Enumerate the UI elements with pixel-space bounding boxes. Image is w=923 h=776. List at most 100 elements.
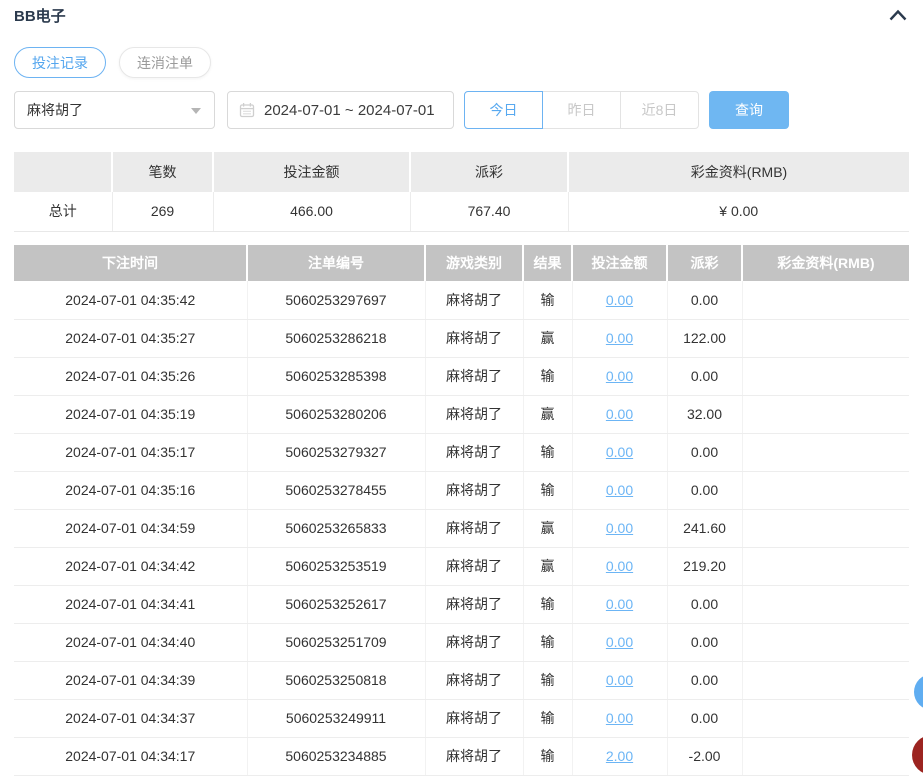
game-type-cell: 麻将胡了	[425, 319, 523, 357]
bonus-cell	[742, 319, 909, 357]
bet-amount-link[interactable]: 0.00	[606, 406, 633, 422]
floating-service-button[interactable]	[914, 674, 923, 710]
result-cell: 赢	[523, 319, 572, 357]
caret-down-icon	[191, 108, 201, 114]
record-row: 2024-07-01 04:34:375060253249911麻将胡了输0.0…	[14, 699, 909, 737]
bet-amount-link[interactable]: 0.00	[606, 634, 633, 650]
game-type-cell: 麻将胡了	[425, 471, 523, 509]
game-type-cell: 麻将胡了	[425, 585, 523, 623]
bet-amount-link[interactable]: 0.00	[606, 558, 633, 574]
order-no-cell: 5060253297697	[247, 281, 425, 319]
result-cell: 输	[523, 433, 572, 471]
bonus-cell	[742, 395, 909, 433]
quick-range-button-1[interactable]: 昨日	[542, 91, 621, 129]
page-title: BB电子	[14, 5, 66, 26]
game-type-cell: 麻将胡了	[425, 357, 523, 395]
bet-amount-link[interactable]: 0.00	[606, 596, 633, 612]
result-cell: 输	[523, 585, 572, 623]
result-cell: 输	[523, 623, 572, 661]
bet-amount-link[interactable]: 2.00	[606, 748, 633, 764]
quick-range-button-2[interactable]: 近8日	[620, 91, 699, 129]
game-select[interactable]: 麻将胡了	[14, 91, 215, 129]
summary-cell-4: ¥ 0.00	[568, 192, 909, 231]
order-no-cell: 5060253280206	[247, 395, 425, 433]
filter-row: 麻将胡了 2024-07-01 ~ 2024-07-01 今日昨日近8日 查询	[14, 91, 909, 129]
payout-cell: 0.00	[667, 281, 742, 319]
order-no-cell: 5060253265833	[247, 509, 425, 547]
bet-amount-cell: 0.00	[572, 395, 667, 433]
bet-time-cell: 2024-07-01 04:34:41	[14, 585, 247, 623]
bet-amount-link[interactable]: 0.00	[606, 710, 633, 726]
bet-amount-link[interactable]: 0.00	[606, 672, 633, 688]
order-no-cell: 5060253251709	[247, 623, 425, 661]
order-no-cell: 5060253278455	[247, 471, 425, 509]
game-select-value: 麻将胡了	[27, 100, 83, 120]
bet-time-cell: 2024-07-01 04:34:40	[14, 623, 247, 661]
bonus-cell	[742, 471, 909, 509]
summary-col-header-2: 投注金额	[213, 152, 410, 192]
records-col-header-5: 派彩	[667, 245, 742, 281]
record-row: 2024-07-01 04:34:415060253252617麻将胡了输0.0…	[14, 585, 909, 623]
bet-amount-link[interactable]: 0.00	[606, 444, 633, 460]
bet-amount-link[interactable]: 0.00	[606, 520, 633, 536]
bonus-cell	[742, 737, 909, 775]
calendar-icon	[239, 102, 255, 118]
records-body: 2024-07-01 04:35:425060253297697麻将胡了输0.0…	[14, 281, 909, 775]
record-row: 2024-07-01 04:35:195060253280206麻将胡了赢0.0…	[14, 395, 909, 433]
summary-cell-0: 总计	[14, 192, 112, 231]
result-cell: 赢	[523, 547, 572, 585]
bet-amount-link[interactable]: 0.00	[606, 330, 633, 346]
result-cell: 输	[523, 699, 572, 737]
bet-amount-cell: 0.00	[572, 699, 667, 737]
game-type-cell: 麻将胡了	[425, 395, 523, 433]
records-col-header-6: 彩金资料(RMB)	[742, 245, 909, 281]
bet-time-cell: 2024-07-01 04:35:27	[14, 319, 247, 357]
bonus-cell	[742, 699, 909, 737]
summary-table: 笔数投注金额派彩彩金资料(RMB) 总计269466.00767.40¥ 0.0…	[14, 152, 909, 232]
bonus-cell	[742, 281, 909, 319]
records-col-header-1: 注单编号	[247, 245, 425, 281]
bet-amount-cell: 0.00	[572, 433, 667, 471]
record-row: 2024-07-01 04:35:265060253285398麻将胡了输0.0…	[14, 357, 909, 395]
date-range-picker[interactable]: 2024-07-01 ~ 2024-07-01	[227, 91, 454, 129]
order-no-cell: 5060253249911	[247, 699, 425, 737]
bet-amount-link[interactable]: 0.00	[606, 292, 633, 308]
order-no-cell: 5060253250818	[247, 661, 425, 699]
bonus-cell	[742, 433, 909, 471]
bet-amount-cell: 2.00	[572, 737, 667, 775]
bet-amount-cell: 0.00	[572, 623, 667, 661]
order-no-cell: 5060253279327	[247, 433, 425, 471]
tab-0[interactable]: 投注记录	[14, 47, 106, 78]
summary-cell-3: 767.40	[410, 192, 568, 231]
collapse-button[interactable]	[887, 5, 909, 25]
records-col-header-0: 下注时间	[14, 245, 247, 281]
payout-cell: 0.00	[667, 699, 742, 737]
summary-cell-2: 466.00	[213, 192, 410, 231]
bet-amount-link[interactable]: 0.00	[606, 482, 633, 498]
record-row: 2024-07-01 04:34:595060253265833麻将胡了赢0.0…	[14, 509, 909, 547]
bet-amount-cell: 0.00	[572, 585, 667, 623]
result-cell: 输	[523, 661, 572, 699]
bonus-cell	[742, 357, 909, 395]
tab-1[interactable]: 连消注单	[119, 47, 211, 78]
game-type-cell: 麻将胡了	[425, 623, 523, 661]
bet-time-cell: 2024-07-01 04:34:17	[14, 737, 247, 775]
summary-cell-1: 269	[112, 192, 213, 231]
search-button[interactable]: 查询	[709, 91, 789, 129]
bonus-cell	[742, 661, 909, 699]
bonus-cell	[742, 547, 909, 585]
bonus-cell	[742, 623, 909, 661]
bet-amount-link[interactable]: 0.00	[606, 368, 633, 384]
payout-cell: 0.00	[667, 585, 742, 623]
game-type-cell: 麻将胡了	[425, 433, 523, 471]
record-row: 2024-07-01 04:34:395060253250818麻将胡了输0.0…	[14, 661, 909, 699]
bet-amount-cell: 0.00	[572, 547, 667, 585]
game-type-cell: 麻将胡了	[425, 281, 523, 319]
payout-cell: 32.00	[667, 395, 742, 433]
result-cell: 赢	[523, 509, 572, 547]
floating-action-button[interactable]	[912, 735, 923, 775]
result-cell: 输	[523, 737, 572, 775]
bet-amount-cell: 0.00	[572, 509, 667, 547]
payout-cell: 0.00	[667, 433, 742, 471]
quick-range-button-0[interactable]: 今日	[464, 91, 543, 129]
